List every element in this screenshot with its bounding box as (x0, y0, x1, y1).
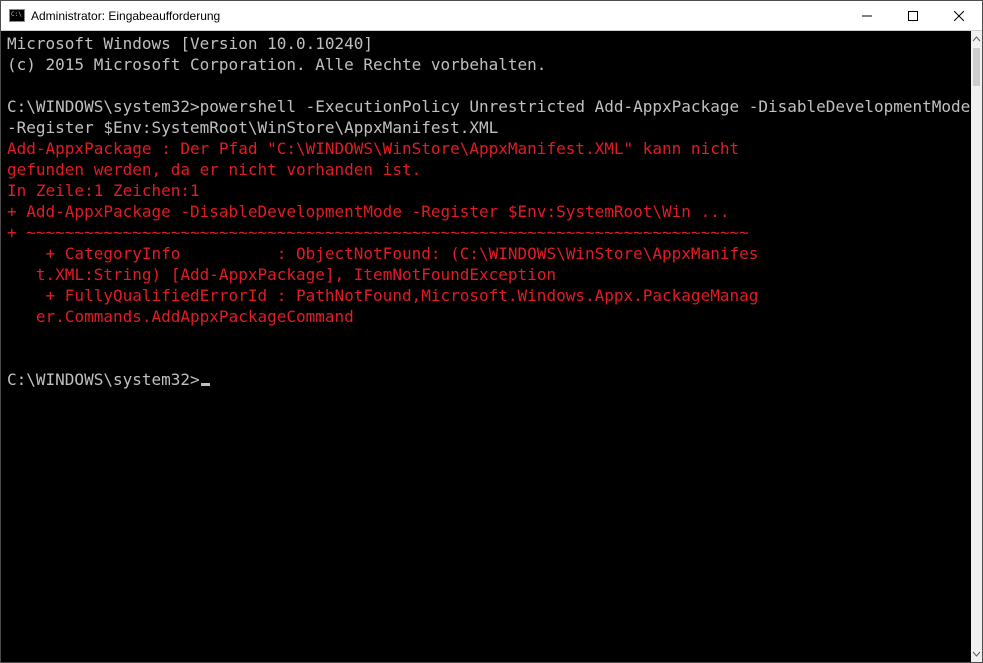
cmd-icon: C:\ (9, 8, 25, 24)
scroll-down-button[interactable] (971, 645, 982, 662)
window-title: Administrator: Eingabeaufforderung (31, 9, 220, 23)
window-controls (844, 1, 982, 30)
minimize-button[interactable] (844, 1, 890, 30)
error-line: + CategoryInfo : ObjectNotFound: (C:\WIN… (7, 244, 758, 263)
scrollbar-thumb[interactable] (973, 48, 980, 86)
header-line: Microsoft Windows [Version 10.0.10240] (7, 34, 373, 53)
cursor-icon (201, 383, 210, 386)
error-line: er.Commands.AddAppxPackageCommand (7, 307, 354, 326)
error-line: Add-AppxPackage : Der Pfad "C:\WINDOWS\W… (7, 139, 739, 158)
error-line: In Zeile:1 Zeichen:1 (7, 181, 200, 200)
header-line: (c) 2015 Microsoft Corporation. Alle Rec… (7, 55, 546, 74)
prompt-path: C:\WINDOWS\system32> (7, 97, 200, 116)
client-area: Microsoft Windows [Version 10.0.10240] (… (1, 31, 982, 662)
command-prompt-window: C:\ Administrator: Eingabeaufforderung M… (0, 0, 983, 663)
close-button[interactable] (936, 1, 982, 30)
error-line: + FullyQualifiedErrorId : PathNotFound,M… (7, 286, 758, 305)
titlebar[interactable]: C:\ Administrator: Eingabeaufforderung (1, 1, 982, 31)
error-line: + ~~~~~~~~~~~~~~~~~~~~~~~~~~~~~~~~~~~~~~… (7, 223, 749, 242)
error-line: t.XML:String) [Add-AppxPackage], ItemNot… (7, 265, 556, 284)
scroll-up-button[interactable] (971, 31, 982, 48)
terminal-output[interactable]: Microsoft Windows [Version 10.0.10240] (… (1, 31, 971, 662)
error-line: + Add-AppxPackage -DisableDevelopmentMod… (7, 202, 729, 221)
svg-text:C:\: C:\ (11, 11, 22, 18)
prompt-path: C:\WINDOWS\system32> (7, 370, 200, 389)
error-line: gefunden werden, da er nicht vorhanden i… (7, 160, 421, 179)
maximize-button[interactable] (890, 1, 936, 30)
scrollbar-track[interactable] (971, 48, 982, 645)
vertical-scrollbar[interactable] (971, 31, 982, 662)
